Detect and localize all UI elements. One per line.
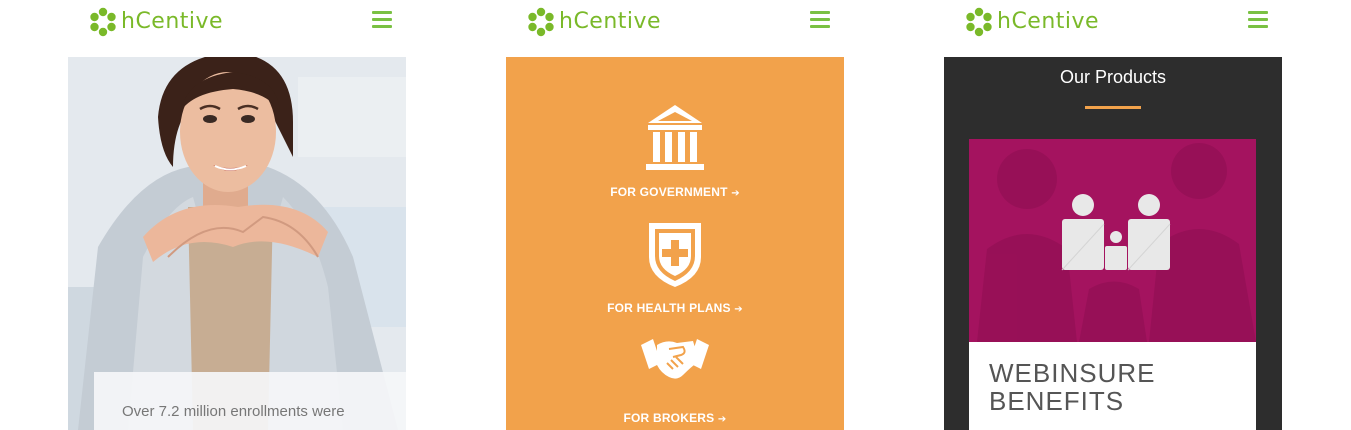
handshake-icon [641,339,709,379]
brand-name: hCentive [997,9,1100,34]
segment-government[interactable]: FOR GOVERNMENT ➔ [506,103,844,201]
product-card[interactable]: WEBINSURE BENEFITS [969,139,1256,430]
header: hCentive [506,0,844,57]
title-underline [1085,106,1141,109]
header: hCentive [944,0,1282,57]
header: hCentive [68,0,406,57]
hero-image: Over 7.2 million enrollments were [68,57,406,430]
section-title: Our Products [1059,67,1167,87]
solutions-section: FOR GOVERNMENT ➔ FOR HEALTH PLANS ➔ FOR … [506,57,844,430]
for-government-link[interactable]: FOR GOVERNMENT ➔ [610,185,740,199]
caption-box: Over 7.2 million enrollments were [94,372,406,430]
logo[interactable]: hCentive [88,7,223,37]
logo[interactable]: hCentive [526,7,661,37]
logo-icon [528,7,554,37]
government-building-icon [646,105,704,170]
segment-health-plans[interactable]: FOR HEALTH PLANS ➔ [506,219,844,317]
hamburger-icon[interactable] [372,11,392,28]
product-image [969,139,1256,342]
hamburger-icon[interactable] [810,11,830,28]
health-shield-icon [649,223,701,287]
screen-home: hCentive Over 7.2 million enrollments we… [68,0,406,430]
for-brokers-link[interactable]: FOR BROKERS ➔ [623,411,726,425]
screen-products: hCentive Our Products WEBINSURE BENEFITS [944,0,1282,430]
hero-caption: Over 7.2 million enrollments were [122,403,345,420]
for-health-plans-link[interactable]: FOR HEALTH PLANS ➔ [607,301,743,315]
logo-icon [90,7,116,37]
logo[interactable]: hCentive [964,7,1099,37]
screen-solutions: hCentive FOR GOVERNMENT ➔ FOR HEALTH PLA… [506,0,844,430]
products-section: Our Products WEBINSURE BENEFITS [944,57,1282,430]
product-title[interactable]: WEBINSURE BENEFITS [989,359,1239,415]
brand-name: hCentive [121,9,224,34]
family-icon [1061,194,1171,271]
hamburger-icon[interactable] [1248,11,1268,28]
segment-brokers[interactable]: FOR BROKERS ➔ [506,333,844,427]
logo-icon [966,7,992,37]
brand-name: hCentive [559,9,662,34]
